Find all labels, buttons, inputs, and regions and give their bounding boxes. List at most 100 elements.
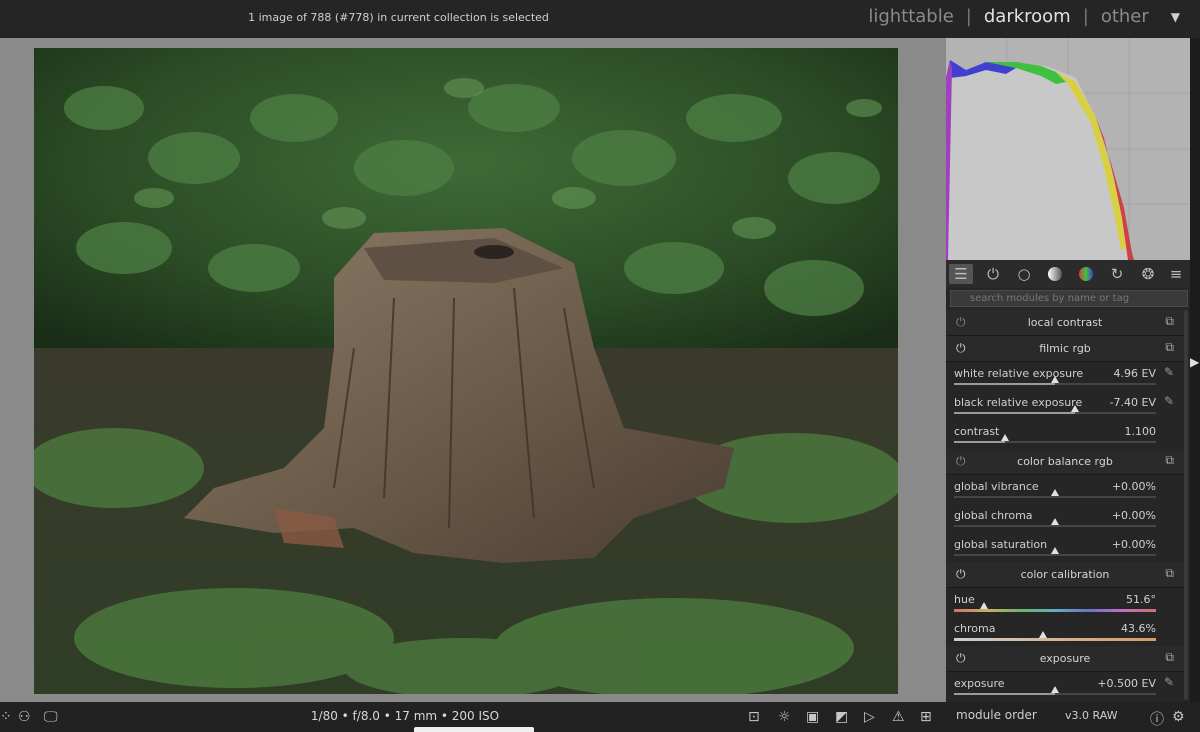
panel-scrollbar[interactable]	[1184, 310, 1188, 700]
slider-marker[interactable]	[1051, 686, 1059, 693]
color-picker-icon[interactable]: ✎	[1164, 394, 1174, 408]
info-icon[interactable]: ⓘ	[1150, 709, 1164, 729]
slider-value: 1.100	[1124, 425, 1157, 438]
slider-value: 43.6%	[1121, 622, 1156, 635]
slider-white-relative-exposure[interactable]: white relative exposure 4.96 EV ✎	[946, 362, 1184, 391]
slider-marker[interactable]	[1051, 489, 1059, 496]
slider-marker[interactable]	[1051, 547, 1059, 554]
module-name: exposure	[1039, 652, 1091, 665]
module-order-label: module order	[956, 708, 1037, 722]
histogram[interactable]	[946, 38, 1190, 260]
slider-chroma[interactable]: chroma 43.6%	[946, 617, 1184, 646]
display-icon[interactable]: 🖵	[44, 709, 58, 725]
module-color-balance-rgb[interactable]: ⏻ color balance rgb ⧉	[946, 449, 1184, 475]
view-other[interactable]: other	[1101, 6, 1149, 27]
exif-info: 1/80 • f/8.0 • 17 mm • 200 ISO	[310, 709, 500, 723]
view-switcher: lighttable | darkroom | other ▼	[868, 6, 1180, 27]
circle-icon[interactable]: ○	[1012, 264, 1036, 284]
slider-global-chroma[interactable]: global chroma +0.00%	[946, 504, 1184, 533]
module-order-value[interactable]: v3.0 RAW	[1065, 709, 1118, 722]
module-name: color balance rgb	[1017, 455, 1113, 468]
slider-exposure[interactable]: exposure +0.500 EV ✎	[946, 672, 1184, 701]
slider-marker[interactable]	[1038, 631, 1047, 638]
bottom-bar: ⁘ ⚇ 🖵 1/80 • f/8.0 • 17 mm • 200 ISO ⊡ ☼…	[0, 702, 1200, 732]
right-edge	[1190, 38, 1200, 702]
slider-marker[interactable]	[980, 602, 989, 609]
focus-peaking-icon[interactable]: ⊡	[748, 709, 760, 725]
view-lighttable[interactable]: lighttable	[868, 6, 953, 27]
view-darkroom[interactable]: darkroom	[984, 6, 1071, 27]
menu-icon[interactable]: ≡	[1164, 264, 1188, 284]
guides-icon[interactable]: ⊞	[920, 709, 932, 725]
image-preview[interactable]	[34, 48, 898, 694]
bottom-panel-tab[interactable]	[414, 727, 534, 732]
color-wheel-icon[interactable]	[1074, 264, 1098, 284]
slider-black-relative-exposure[interactable]: black relative exposure -7.40 EV ✎	[946, 391, 1184, 420]
slider-label: global chroma	[954, 509, 1033, 522]
module-name: color calibration	[1020, 568, 1110, 581]
slider-marker[interactable]	[1051, 518, 1059, 525]
module-group-tabs: ☰ ⏻ ○ ↻ ❂ ≡	[946, 260, 1190, 288]
slider-hue[interactable]: hue 51.6°	[946, 588, 1184, 617]
aperture-icon[interactable]: ❂	[1136, 264, 1160, 284]
color-wheel-svg	[1079, 267, 1093, 281]
slider-value: 51.6°	[1126, 593, 1156, 606]
module-exposure[interactable]: ⏻ exposure ⧉	[946, 646, 1184, 672]
slider-label: chroma	[954, 622, 996, 635]
slider-track	[954, 518, 1156, 527]
stars-icon[interactable]: ⁘	[0, 709, 12, 725]
preferences-icon[interactable]: ⚙	[1172, 709, 1185, 725]
selection-status: 1 image of 788 (#778) in current collect…	[248, 11, 549, 24]
presets-icon[interactable]: ⧉	[1165, 314, 1174, 329]
module-local-contrast[interactable]: ⏻ local contrast ⧉	[946, 310, 1184, 336]
presets-icon[interactable]: ☰	[949, 264, 973, 284]
presets-icon[interactable]: ⧉	[1165, 650, 1174, 665]
slider-global-vibrance[interactable]: global vibrance +0.00%	[946, 475, 1184, 504]
slider-track	[954, 405, 1156, 414]
module-list: ⏻ local contrast ⧉ ⏻ filmic rgb ⧉ white …	[946, 310, 1184, 701]
module-filmic-rgb[interactable]: ⏻ filmic rgb ⧉	[946, 336, 1184, 362]
tree-stump-photo	[34, 48, 898, 694]
triangle-down-icon[interactable]: ▼	[1171, 10, 1180, 24]
correct-icon[interactable]: ↻	[1105, 264, 1129, 284]
slider-track	[954, 547, 1156, 556]
slider-label: global saturation	[954, 538, 1048, 551]
center-view	[0, 38, 946, 702]
presets-icon[interactable]: ⧉	[1165, 453, 1174, 468]
slider-track	[954, 489, 1156, 498]
slider-global-saturation[interactable]: global saturation +0.00%	[946, 533, 1184, 562]
slider-label: contrast	[954, 425, 1000, 438]
gamut-check-icon[interactable]: ▷	[864, 709, 875, 725]
slider-marker[interactable]	[1000, 434, 1009, 441]
slider-fill	[954, 383, 1055, 385]
view-separator: |	[1082, 6, 1089, 27]
color-labels-icon[interactable]: ⚇	[18, 709, 31, 725]
module-color-calibration[interactable]: ⏻ color calibration ⧉	[946, 562, 1184, 588]
softproof-icon[interactable]: ◩	[835, 709, 848, 725]
module-name: local contrast	[1027, 316, 1103, 329]
histogram-graph	[946, 38, 1190, 260]
gradient-sphere-icon[interactable]	[1043, 264, 1067, 284]
view-separator: |	[965, 6, 972, 27]
power-icon[interactable]: ⏻	[981, 264, 1005, 284]
slider-label: black relative exposure	[954, 396, 1083, 409]
slider-value: +0.500 EV	[1097, 677, 1156, 690]
slider-label: white relative exposure	[954, 367, 1084, 380]
presets-icon[interactable]: ⧉	[1165, 566, 1174, 581]
slider-track	[954, 686, 1156, 695]
slider-marker[interactable]	[1051, 376, 1059, 383]
slider-contrast[interactable]: contrast 1.100	[946, 420, 1184, 449]
expand-panel-icon[interactable]: ▶	[1190, 355, 1199, 369]
color-picker-icon[interactable]: ✎	[1164, 365, 1174, 379]
slider-fill	[954, 693, 1055, 695]
presets-icon[interactable]: ⧉	[1165, 340, 1174, 355]
slider-marker[interactable]	[1071, 405, 1080, 412]
slider-fill	[954, 441, 1005, 443]
clipping-icon[interactable]: ▣	[806, 709, 819, 725]
slider-label: hue	[954, 593, 975, 606]
slider-value: +0.00%	[1111, 480, 1156, 493]
color-picker-icon[interactable]: ✎	[1164, 675, 1174, 689]
bulb-icon[interactable]: ☼	[778, 709, 791, 725]
search-modules-input[interactable]	[950, 290, 1188, 307]
warning-icon[interactable]: ⚠	[892, 709, 905, 725]
